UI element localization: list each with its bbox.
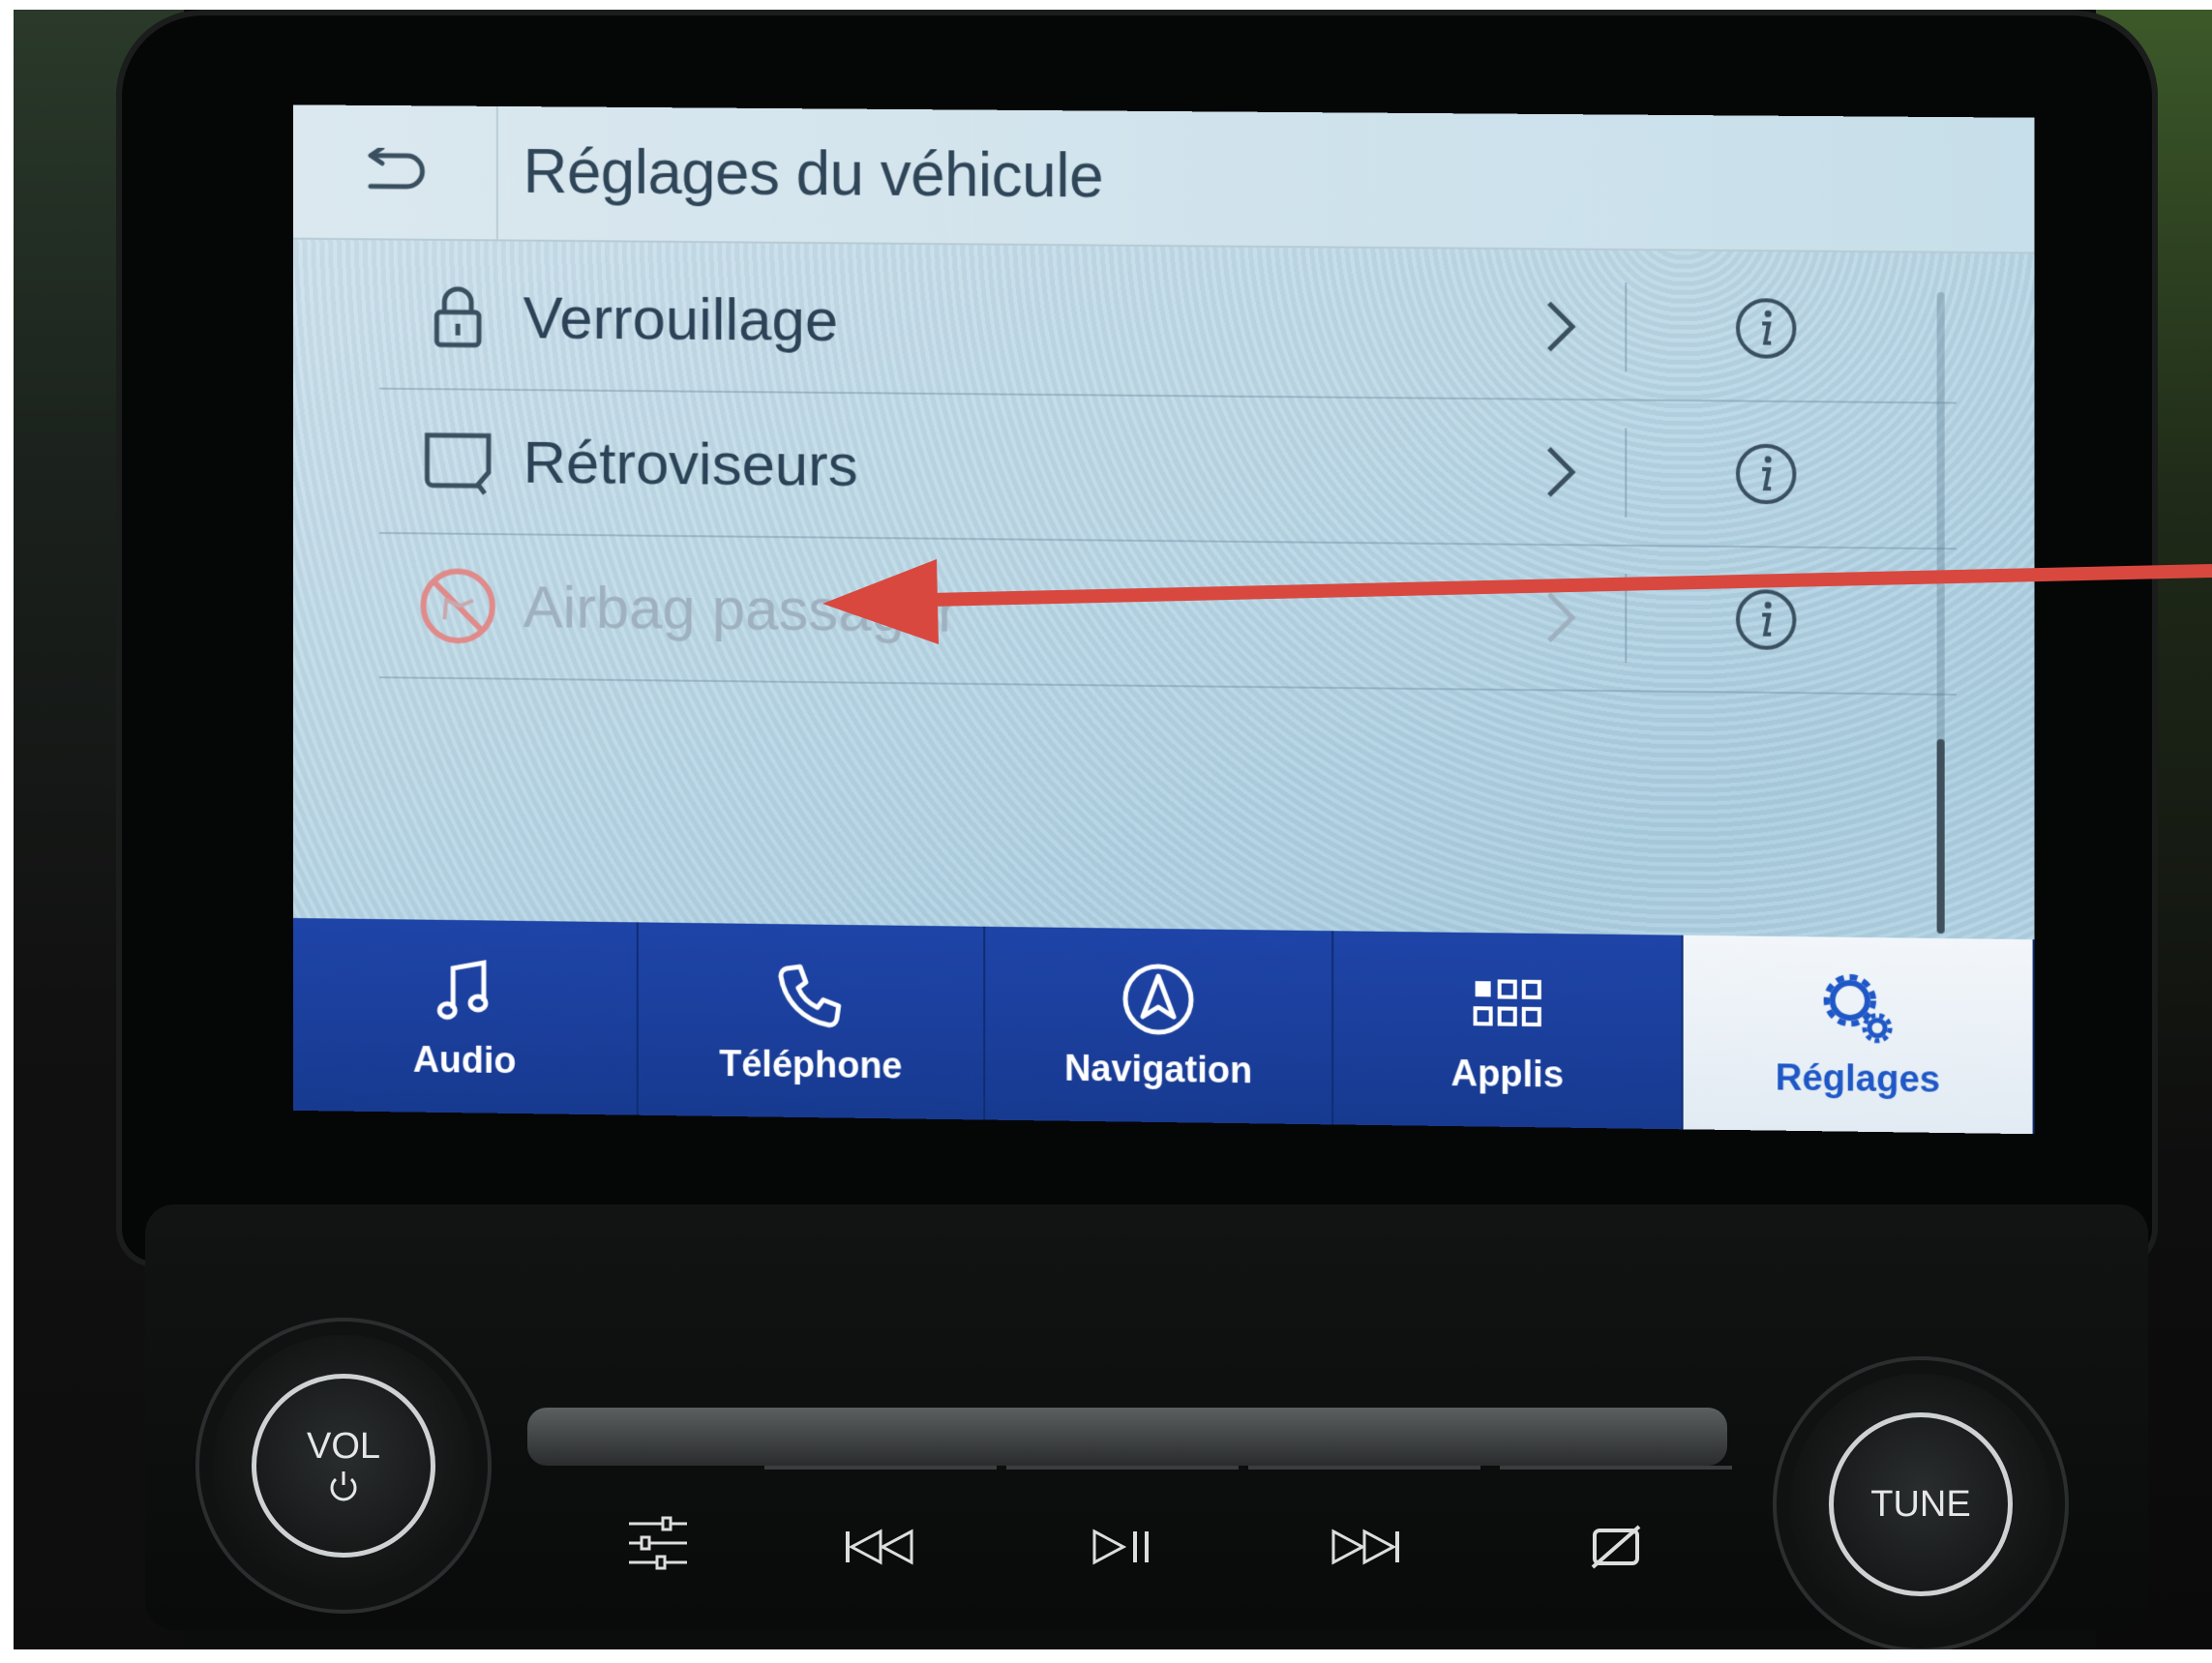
row-label: Airbag passager: [523, 573, 958, 645]
settings-row-passenger-airbag: Airbag passager: [378, 533, 1957, 696]
navigation-arrow-icon: [1120, 960, 1197, 1038]
chevron-right-icon[interactable]: [1533, 429, 1591, 517]
mirror-icon: [418, 421, 498, 502]
image-border-bottom: [0, 1649, 2212, 1663]
airbag-off-icon: [418, 565, 498, 647]
settings-row-locking[interactable]: Verrouillage: [378, 245, 1957, 404]
row-divider: [1625, 428, 1628, 518]
play-pause-icon: [1092, 1529, 1149, 1565]
nav-settings[interactable]: Réglages: [1683, 935, 2035, 1135]
nav-navigation[interactable]: Navigation: [985, 926, 1334, 1125]
touchscreen: Réglages du véhicule Verrouillage Rétrov…: [292, 104, 2035, 1135]
play-pause-button[interactable]: [1006, 1466, 1239, 1624]
image-border-left: [0, 0, 14, 1663]
equalizer-icon: [629, 1516, 687, 1570]
screen-off-button[interactable]: [1500, 1466, 1732, 1624]
gears-icon: [1819, 968, 1898, 1047]
nav-label: Téléphone: [719, 1043, 903, 1086]
volume-knob[interactable]: VOL: [213, 1335, 474, 1596]
vol-label: VOL: [306, 1425, 381, 1467]
nav-audio[interactable]: Audio: [292, 917, 639, 1115]
nav-apps[interactable]: Applis: [1333, 931, 1684, 1130]
row-divider: [1625, 282, 1628, 372]
nav-telephone[interactable]: Téléphone: [638, 922, 986, 1120]
nav-label: Navigation: [1063, 1048, 1253, 1091]
nav-label: Réglages: [1775, 1056, 1941, 1101]
next-track-button[interactable]: [1248, 1466, 1480, 1624]
settings-row-mirrors[interactable]: Rétroviseurs: [378, 389, 1957, 550]
equalizer-button[interactable]: [542, 1466, 774, 1620]
music-note-icon: [426, 951, 502, 1029]
info-icon[interactable]: [1732, 294, 1801, 363]
screen-header: Réglages du véhicule: [292, 104, 2035, 254]
power-icon: [330, 1470, 357, 1500]
nav-label: Applis: [1450, 1053, 1565, 1096]
back-arrow-icon: [361, 148, 428, 196]
chevron-right-icon[interactable]: [1533, 282, 1591, 371]
skip-forward-icon: [1331, 1529, 1399, 1565]
nav-label: Audio: [412, 1039, 517, 1082]
info-icon[interactable]: [1732, 440, 1801, 509]
phone-icon: [772, 955, 850, 1033]
panel-chrome-strip: [527, 1408, 1727, 1466]
row-divider: [1625, 573, 1628, 664]
row-label: Rétroviseurs: [523, 429, 858, 499]
tune-label: TUNE: [1870, 1483, 1971, 1525]
image-border-top: [0, 0, 2212, 10]
info-icon[interactable]: [1732, 585, 1801, 654]
scrollbar[interactable]: [1936, 291, 1945, 935]
previous-track-button[interactable]: [764, 1466, 997, 1624]
bottom-navigation-bar: Audio Téléphone Navigation Applis Réglag…: [292, 917, 2035, 1135]
chevron-right-icon: [1533, 574, 1591, 662]
back-button[interactable]: [292, 104, 498, 240]
skip-back-icon: [846, 1529, 913, 1565]
apps-grid-icon: [1469, 965, 1546, 1043]
row-label: Verrouillage: [523, 283, 839, 354]
lock-icon: [418, 277, 498, 358]
screen-off-icon: [1591, 1525, 1641, 1569]
page-title: Réglages du véhicule: [523, 135, 1103, 211]
tune-knob[interactable]: TUNE: [1790, 1374, 2051, 1635]
scrollbar-thumb[interactable]: [1936, 738, 1945, 935]
